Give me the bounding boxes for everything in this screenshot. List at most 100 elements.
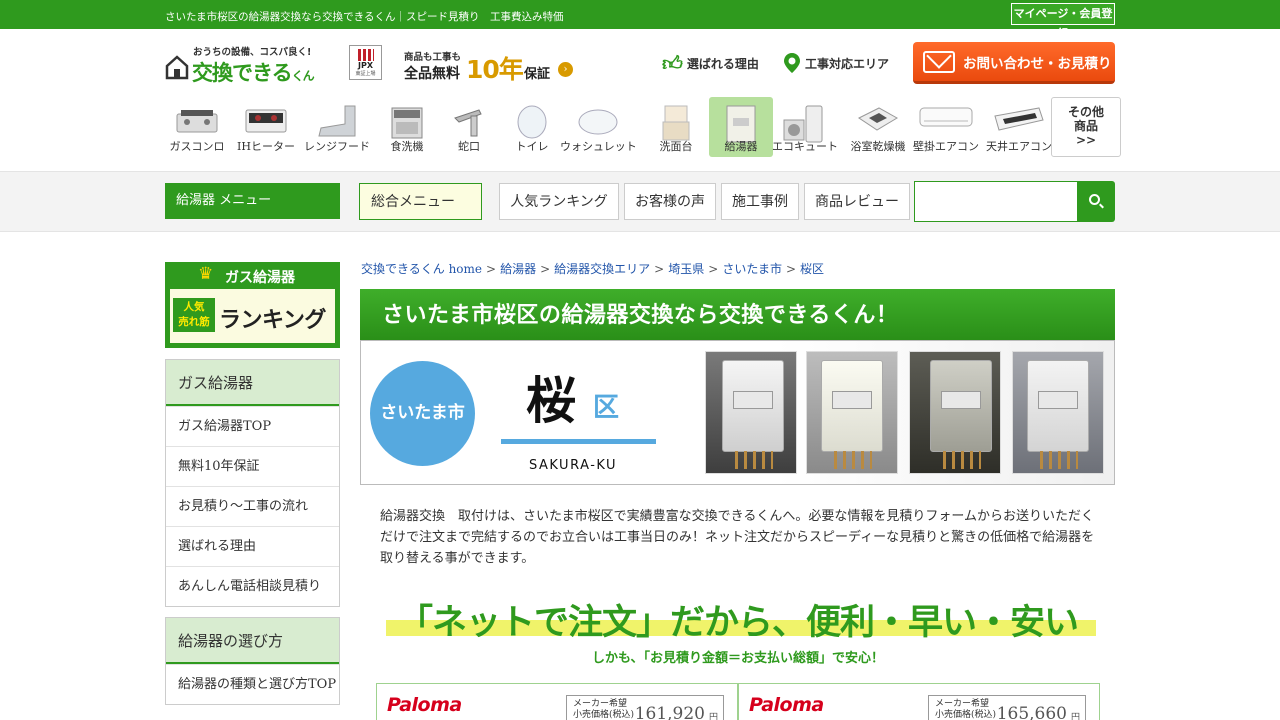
catch-subline: しかも、「お見積り金額＝お支払い総額」で安心！ bbox=[591, 651, 885, 666]
area-hero-banner: さいたま市 桜 区 SAKURA-KU bbox=[360, 340, 1115, 485]
catch-headline: 「ネットで注文」だから、便利・早い・安い bbox=[380, 594, 1096, 644]
bath-dryer-icon bbox=[855, 104, 901, 142]
category-ecocute[interactable]: エコキュート bbox=[772, 97, 838, 157]
breadcrumb-link[interactable]: さいたま市 bbox=[722, 262, 782, 276]
area-link[interactable]: 工事対応エリア bbox=[783, 52, 889, 74]
more-products-button[interactable]: その他 商品 >> bbox=[1051, 97, 1121, 157]
heater-photo bbox=[1012, 351, 1104, 474]
sidebar-gas-heater: ガス給湯器 ガス給湯器TOP 無料10年保証 お見積り～工事の流れ 選ばれる理由… bbox=[165, 359, 340, 607]
category-label: トイレ bbox=[515, 140, 549, 153]
tab-customer-voice[interactable]: お客様の声 bbox=[624, 183, 716, 220]
site-tagline: さいたま市桜区の給湯器交換なら交換できるくん｜スピード見積り 工事費込み特価 bbox=[165, 11, 564, 23]
category-label: 天井エアコン bbox=[986, 140, 1052, 153]
category-gas-stove[interactable]: ガスコンロ bbox=[165, 97, 229, 157]
category-water-heater[interactable]: 給湯器 bbox=[709, 97, 773, 157]
range-hood-icon bbox=[315, 104, 359, 142]
sidebar-item-phone-estimate[interactable]: あんしん電話相談見積り bbox=[166, 566, 339, 606]
breadcrumb-link[interactable]: 埼玉県 bbox=[668, 262, 704, 276]
tab-reviews[interactable]: 商品レビュー bbox=[804, 183, 910, 220]
category-wall-aircon[interactable]: 壁掛エアコン bbox=[913, 97, 979, 157]
ward-kanji: 桜 bbox=[526, 372, 576, 430]
heater-photo bbox=[806, 351, 898, 474]
breadcrumb-link[interactable]: 交換できるくん home bbox=[361, 262, 482, 276]
brand-logo: Paloma bbox=[749, 694, 824, 716]
category-label: 浴室乾燥機 bbox=[850, 140, 906, 153]
category-range-hood[interactable]: レンジフード bbox=[304, 97, 370, 157]
breadcrumb-link[interactable]: 給湯器交換エリア bbox=[554, 262, 650, 276]
ranking-banner[interactable]: ♛ ガス給湯器 人気 売れ筋 ランキング bbox=[165, 262, 340, 348]
tab-ranking[interactable]: 人気ランキング bbox=[499, 183, 619, 220]
city-circle: さいたま市 bbox=[370, 361, 475, 466]
category-dishwasher[interactable]: 食洗機 bbox=[375, 97, 439, 157]
faucet-icon bbox=[449, 104, 489, 142]
sidebar-selection-guide: 給湯器の選び方 給湯器の種類と選び方TOP bbox=[165, 617, 340, 705]
product-card[interactable]: Paloma メーカー希望 小売価格(税込) 165,660 円 bbox=[738, 683, 1100, 720]
map-pin-icon bbox=[784, 53, 800, 73]
crown-icon: ♛ bbox=[198, 264, 214, 284]
search-button[interactable] bbox=[1077, 181, 1115, 222]
reason-link[interactable]: 👍︎ 選ばれる理由 bbox=[662, 52, 759, 74]
washlet-icon bbox=[576, 104, 620, 142]
search-input[interactable] bbox=[914, 181, 1077, 222]
category-label: レンジフード bbox=[304, 140, 370, 153]
gas-stove-icon bbox=[175, 104, 219, 140]
wall-aircon-icon bbox=[918, 104, 974, 134]
thumbs-up-icon: 👍︎ bbox=[662, 51, 683, 75]
category-label: ウォシュレット bbox=[560, 140, 637, 153]
list-price: 165,660 bbox=[996, 704, 1067, 720]
menu-title: 給湯器 メニュー bbox=[165, 183, 340, 219]
category-faucet[interactable]: 蛇口 bbox=[437, 97, 501, 157]
warranty-banner[interactable]: 商品も工事も 全品無料 10年 保証 › bbox=[404, 49, 574, 84]
ih-heater-icon bbox=[244, 104, 288, 140]
breadcrumb-link: 桜区 bbox=[800, 262, 825, 276]
popular-badge: 人気 売れ筋 bbox=[173, 298, 215, 332]
price-box: メーカー希望 小売価格(税込) 161,920 円 bbox=[566, 695, 724, 720]
intro-text: 給湯器交換 取付けは、さいたま市桜区で実績豊富な交換できるくんへ。必要な情報を見… bbox=[380, 509, 1095, 566]
category-vanity[interactable]: 洗面台 bbox=[644, 97, 708, 157]
category-ih-heater[interactable]: IHヒーター bbox=[234, 97, 298, 157]
jpx-logo-icon bbox=[357, 49, 374, 61]
category-washlet[interactable]: ウォシュレット bbox=[560, 97, 637, 157]
page: さいたま市桜区の給湯器交換なら交換できるくん｜スピード見積り 工事費込み特価 マ… bbox=[0, 0, 1280, 720]
heater-photo bbox=[909, 351, 1001, 474]
sidebar-item-warranty[interactable]: 無料10年保証 bbox=[166, 446, 339, 486]
list-price: 161,920 bbox=[634, 704, 705, 720]
ward-suffix: 区 bbox=[593, 393, 620, 423]
tab-case-studies[interactable]: 施工事例 bbox=[721, 183, 799, 220]
page-title: さいたま市桜区の給湯器交換なら交換できるくん！ bbox=[360, 289, 1115, 340]
price-box: メーカー希望 小売価格(税込) 165,660 円 bbox=[928, 695, 1086, 720]
category-label: IHヒーター bbox=[237, 140, 295, 153]
tab-general-menu[interactable]: 総合メニュー bbox=[359, 183, 482, 220]
sidebar-heading: 給湯器の選び方 bbox=[166, 618, 339, 664]
breadcrumb: 交換できるくん home > 給湯器 > 給湯器交換エリア > 埼玉県 > さいたま市 > 桜区 bbox=[361, 262, 825, 276]
top-bar: さいたま市桜区の給湯器交換なら交換できるくん｜スピード見積り 工事費込み特価 マ… bbox=[0, 0, 1280, 40]
category-nav: ガスコンロ IHヒーター レンジフード 食洗機 蛇口トイレ ウォシュレット 洗面台 給湯器 エコ… bbox=[165, 97, 1125, 159]
site-logo[interactable]: おうちの設備、コスパ良く! 交換できるくん bbox=[165, 44, 345, 86]
sidebar-item-reasons[interactable]: 選ばれる理由 bbox=[166, 526, 339, 566]
product-card[interactable]: Paloma メーカー希望 小売価格(税込) 161,920 円 bbox=[376, 683, 738, 720]
sidebar-item-types[interactable]: 給湯器の種類と選び方TOP bbox=[166, 664, 339, 704]
ward-romaji: SAKURA-KU bbox=[529, 458, 618, 473]
category-label: ガスコンロ bbox=[169, 140, 225, 153]
sidebar-item-top[interactable]: ガス給湯器TOP bbox=[166, 406, 339, 446]
heater-photo bbox=[705, 351, 797, 474]
house-icon bbox=[165, 55, 189, 80]
arrow-right-icon: › bbox=[558, 62, 573, 77]
sidebar-item-flow[interactable]: お見積り～工事の流れ bbox=[166, 486, 339, 526]
logo-catchphrase: おうちの設備、コスパ良く! bbox=[193, 47, 312, 58]
logo-name: 交換できるくん bbox=[192, 61, 315, 85]
contact-estimate-button[interactable]: お問い合わせ・お見積り bbox=[913, 42, 1115, 84]
envelope-icon bbox=[923, 50, 955, 73]
sidebar-heading: ガス給湯器 bbox=[166, 360, 339, 406]
mypage-register-button[interactable]: マイページ・会員登録 bbox=[1011, 3, 1115, 40]
brand-logo: Paloma bbox=[387, 694, 462, 716]
category-label: 壁掛エアコン bbox=[913, 140, 979, 153]
jpx-badge: JPX 東証上場 bbox=[349, 45, 382, 80]
category-bath-dryer[interactable]: 浴室乾燥機 bbox=[846, 97, 910, 157]
search-icon bbox=[1089, 194, 1100, 205]
category-ceiling-aircon[interactable]: 天井エアコン bbox=[986, 97, 1052, 157]
breadcrumb-link[interactable]: 給湯器 bbox=[500, 262, 536, 276]
ceiling-aircon-icon bbox=[993, 104, 1045, 138]
category-label: エコキュート bbox=[772, 140, 838, 153]
category-toilet[interactable]: トイレ bbox=[500, 97, 564, 157]
